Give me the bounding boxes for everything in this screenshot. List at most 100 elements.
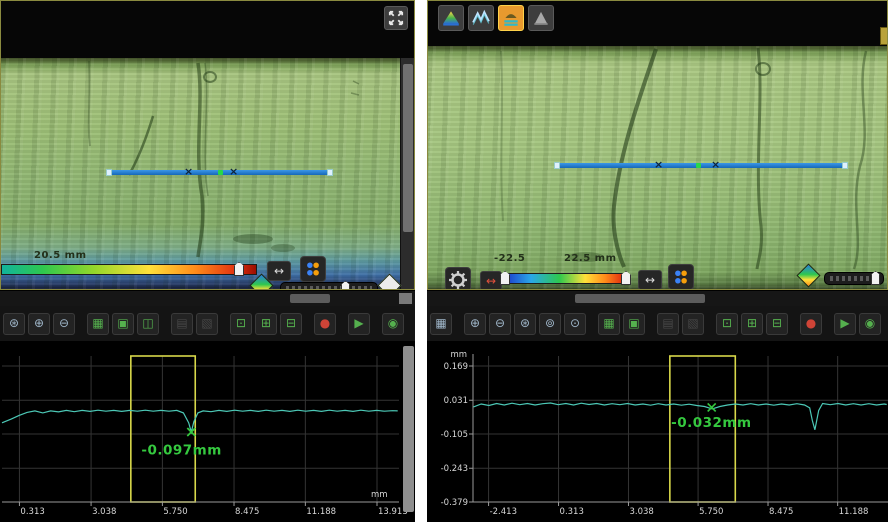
scale-min-label: -22.5 — [494, 253, 525, 264]
toolbar-region-zoom-in-button[interactable]: ⊞ — [741, 313, 763, 335]
toolbar-zoom-region-button[interactable]: ⊛ — [514, 313, 536, 335]
measure-endpoint-right[interactable] — [327, 169, 333, 176]
left-viewer-panel: × × 20.5 mm ↔ ⊛⊕⊖▦▣◫▤▧⊡⊞⊟●▶◉ 0.3133.0385… — [0, 0, 415, 522]
gear-icon — [448, 270, 468, 290]
svg-text:0.313: 0.313 — [560, 507, 584, 517]
measure-center-dot[interactable] — [696, 163, 701, 168]
scale-max-label: 22.5 mm — [564, 253, 617, 264]
right-horizontal-scroll-thumb[interactable] — [575, 294, 705, 303]
height-colorbar[interactable] — [1, 264, 257, 275]
toolbar-record-button[interactable]: ● — [314, 313, 336, 335]
right-profile-chart[interactable]: -2.4130.3133.0385.7508.47511.1880.1690.0… — [427, 342, 888, 522]
toolbar-export-image-button[interactable]: ▶ — [834, 313, 856, 335]
measure-endpoint-left[interactable] — [106, 169, 112, 176]
view-layers-button-selected[interactable] — [498, 5, 524, 31]
measure-endpoint-right[interactable] — [842, 162, 848, 169]
colorbar-handle[interactable] — [234, 262, 244, 276]
left-horizontal-scrollbar[interactable] — [0, 290, 415, 307]
svg-text:8.475: 8.475 — [769, 507, 793, 517]
svg-text:0.169: 0.169 — [444, 362, 468, 372]
toolbar-record-button[interactable]: ● — [800, 313, 822, 335]
svg-text:-0.105: -0.105 — [441, 430, 468, 440]
right-scan-viewport[interactable]: ↔ -22.5 22.5 mm ↔ × × — [427, 0, 888, 290]
toolbar-tool-disabled-1: ▤ — [171, 313, 193, 335]
toolbar-zoom-pan-button[interactable]: ⊚ — [539, 313, 561, 335]
left-vertical-scrollbar[interactable] — [400, 58, 415, 289]
fit-range-button[interactable]: ↔ — [267, 261, 291, 281]
height-map-icon — [441, 8, 461, 28]
svg-text:3.038: 3.038 — [92, 507, 116, 517]
view-peak-button[interactable] — [528, 5, 554, 31]
settings-button[interactable] — [445, 267, 471, 290]
toolbar-zoom-out-button[interactable]: ⊖ — [489, 313, 511, 335]
measure-center-dot[interactable] — [218, 170, 223, 175]
toolbar-image-split-button[interactable]: ◫ — [137, 313, 159, 335]
svg-text:8.475: 8.475 — [235, 507, 259, 517]
left-measure-line[interactable]: × × — [108, 170, 331, 175]
toolbar-export-report-button[interactable]: ◉ — [859, 313, 881, 335]
measure-handle-icon[interactable]: × — [711, 158, 720, 172]
toolbar-image-overview-button[interactable]: ▣ — [112, 313, 134, 335]
right-viewer-panel: ↔ -22.5 22.5 mm ↔ × × ▦⊕⊖⊛⊚⊙▦▣▤▧⊡ — [427, 0, 888, 522]
right-scan-scratches — [428, 1, 888, 290]
view-height-map-button[interactable] — [438, 5, 464, 31]
measure-handle-icon[interactable]: × — [654, 158, 663, 172]
svg-text:-0.032mm: -0.032mm — [671, 415, 751, 431]
toolbar-zoom-in-button[interactable]: ⊕ — [464, 313, 486, 335]
left-chart-scrollbar[interactable] — [403, 346, 414, 512]
toolbar-zoom-out-button[interactable]: ⊖ — [53, 313, 75, 335]
toolbar-tool-disabled-1: ▤ — [657, 313, 679, 335]
svg-text:-0.097mm: -0.097mm — [141, 442, 221, 458]
toolbar-export-report-button[interactable]: ◉ — [382, 313, 404, 335]
left-horizontal-scroll-thumb[interactable] — [290, 294, 330, 303]
svg-text:-2.413: -2.413 — [490, 507, 517, 517]
toolbar-region-select-button[interactable]: ⊡ — [716, 313, 738, 335]
svg-text:mm: mm — [450, 350, 467, 360]
left-profile-chart[interactable]: 0.3133.0385.7508.47511.18813.913mm-0.097… — [0, 342, 415, 522]
display-options-button[interactable] — [300, 256, 326, 282]
toolbar-zoom-in-button[interactable]: ⊕ — [28, 313, 50, 335]
left-scan-scratches — [1, 1, 415, 290]
height-colorbar[interactable] — [503, 273, 628, 284]
opacity-slider-handle[interactable] — [341, 281, 350, 290]
svg-text:5.750: 5.750 — [699, 507, 723, 517]
measure-handle-icon[interactable]: × — [229, 165, 238, 179]
left-scan-viewport[interactable]: × × 20.5 mm ↔ — [0, 0, 415, 290]
opacity-slider-handle[interactable] — [871, 271, 880, 285]
toolbar-region-zoom-out-button[interactable]: ⊟ — [766, 313, 788, 335]
toolbar-capture-view-button[interactable]: ▦ — [87, 313, 109, 335]
toolbar-layout-grid-button[interactable]: ▦ — [430, 313, 452, 335]
svg-text:0.313: 0.313 — [20, 507, 44, 517]
toolbar-image-overview-button[interactable]: ▣ — [623, 313, 645, 335]
right-measure-line[interactable]: × × — [556, 163, 846, 168]
opacity-slider[interactable] — [824, 272, 884, 285]
toolbar-zoom-pan-button[interactable]: ⊛ — [3, 313, 25, 335]
svg-text:0.031: 0.031 — [444, 396, 468, 406]
edge-cut-button[interactable] — [880, 27, 888, 45]
opacity-slider[interactable] — [280, 282, 378, 290]
height-scale-label: 20.5 mm — [34, 250, 87, 261]
expand-icon — [387, 9, 405, 27]
toolbar-tool-disabled-2: ▧ — [682, 313, 704, 335]
toolbar-zoom-prev-button[interactable]: ⊙ — [564, 313, 586, 335]
svg-text:11.188: 11.188 — [839, 507, 869, 517]
left-vertical-scroll-thumb[interactable] — [403, 64, 413, 232]
toolbar-region-zoom-out-button[interactable]: ⊟ — [280, 313, 302, 335]
view-profile-graph-button[interactable] — [468, 5, 494, 31]
measure-endpoint-left[interactable] — [554, 162, 560, 169]
fit-range-button[interactable]: ↔ — [638, 270, 662, 290]
svg-text:-0.243: -0.243 — [441, 464, 468, 474]
toolbar-export-image-button[interactable]: ▶ — [348, 313, 370, 335]
peak-icon — [531, 8, 551, 28]
measure-handle-icon[interactable]: × — [184, 165, 193, 179]
toolbar-region-select-button[interactable]: ⊡ — [230, 313, 252, 335]
scroll-corner — [399, 293, 412, 304]
toolbar-capture-view-button[interactable]: ▦ — [598, 313, 620, 335]
toolbar-region-zoom-in-button[interactable]: ⊞ — [255, 313, 277, 335]
right-toolbar: ▦⊕⊖⊛⊚⊙▦▣▤▧⊡⊞⊟●▶◉ — [427, 306, 888, 342]
color-dots-icon — [303, 259, 323, 279]
display-options-button[interactable] — [668, 264, 694, 290]
right-horizontal-scrollbar[interactable] — [427, 290, 888, 307]
expand-view-button[interactable] — [384, 6, 408, 30]
auto-range-button[interactable]: ↔ — [480, 271, 502, 290]
